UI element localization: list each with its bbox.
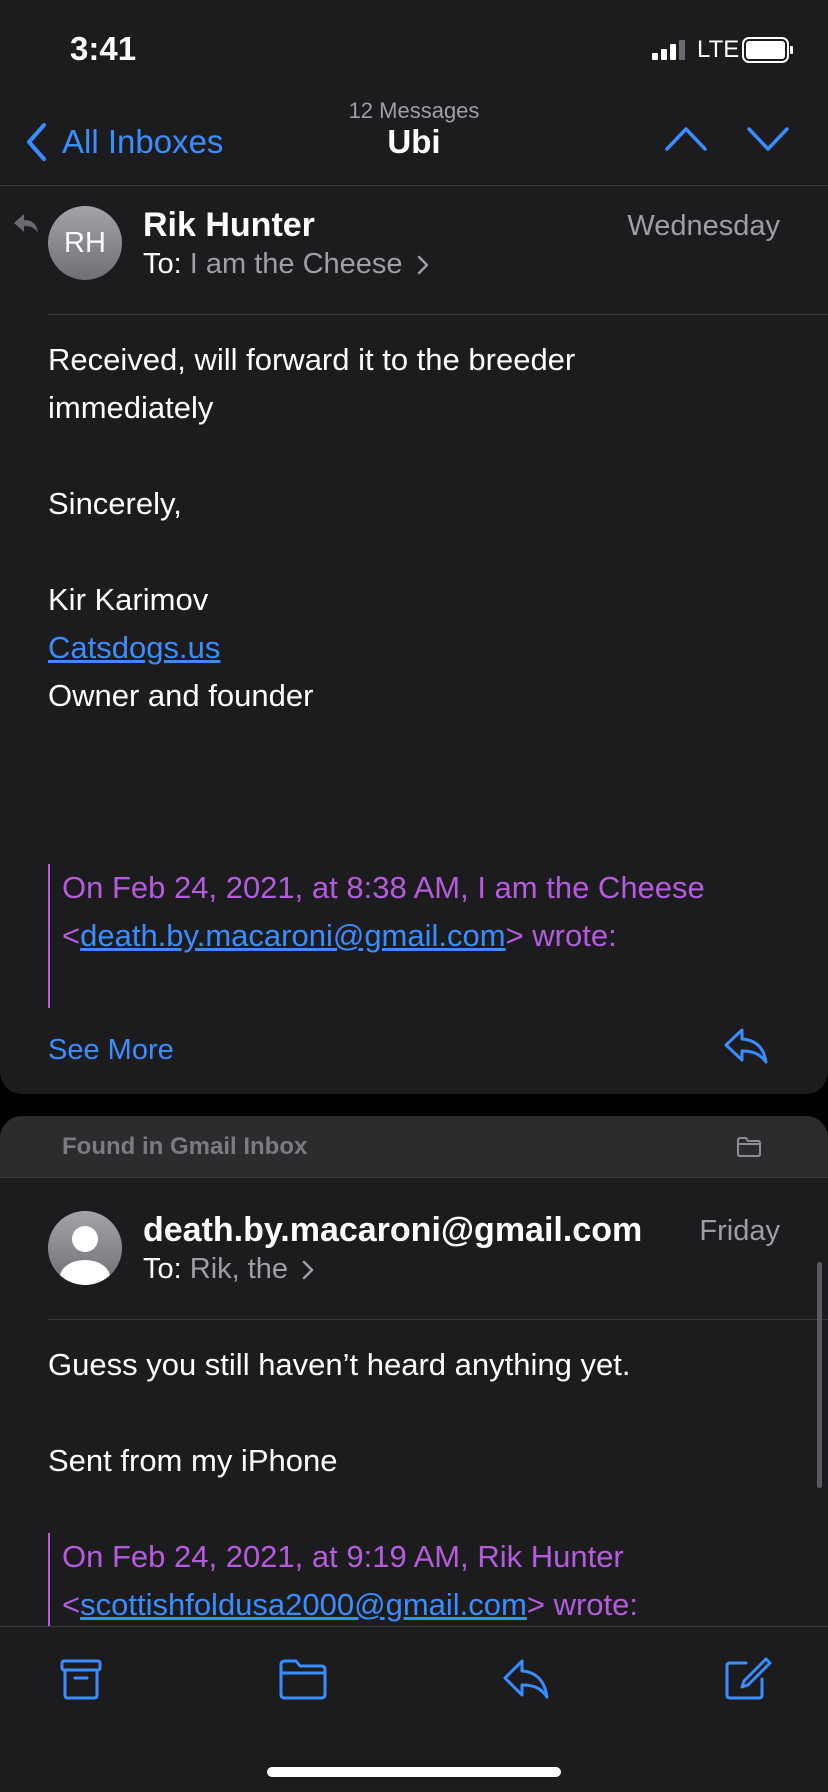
reply-icon[interactable] (501, 1657, 551, 1701)
chevron-left-icon (27, 123, 46, 161)
thread-title: Ubi (387, 123, 441, 160)
body-line: Received, will forward it to the breeder (48, 342, 576, 377)
battery-icon (742, 37, 793, 63)
chevron-right-icon (302, 1260, 314, 1280)
mailbox-location-label: Found in Gmail Inbox (62, 1133, 308, 1160)
network-label: LTE (697, 36, 740, 63)
person-icon (60, 1226, 110, 1285)
header-divider (48, 314, 828, 315)
quote-email-link[interactable]: death.by.macaroni@gmail.com (80, 918, 505, 953)
status-time: 3:41 (70, 30, 137, 67)
compose-icon[interactable] (722, 1657, 772, 1701)
signal-icon (652, 40, 685, 60)
see-more-button[interactable]: See More (48, 1034, 174, 1067)
body-signoff: Sincerely, (48, 486, 182, 521)
navigation-bar: All Inboxes 12 Messages Ubi (0, 96, 828, 186)
body-line: immediately (48, 390, 214, 425)
to-prefix: To: (143, 1253, 182, 1285)
back-button[interactable]: All Inboxes (24, 120, 223, 164)
quote-bracket-open: < (62, 1587, 81, 1622)
mailbox-location-bar: Found in Gmail Inbox (0, 1116, 828, 1178)
signature-name: Kir Karimov (48, 582, 209, 617)
message-date: Wednesday (627, 210, 780, 242)
back-button-label: All Inboxes (62, 123, 224, 160)
scrollbar[interactable] (817, 1262, 822, 1488)
quote-email-link[interactable]: scottishfoldusa2000@gmail.com (80, 1587, 527, 1622)
message-card: death.by.macaroni@gmail.com Friday To: R… (0, 1178, 828, 1626)
quoted-text: On Feb 24, 2021, at 8:38 AM, I am the Ch… (48, 864, 808, 1008)
message-body: Received, will forward it to the breeder… (48, 336, 788, 720)
body-line: Guess you still haven’t heard anything y… (48, 1347, 631, 1382)
quote-bracket-open: < (62, 918, 81, 953)
to-prefix: To: (143, 248, 182, 280)
folder-icon[interactable] (278, 1657, 328, 1701)
sender-name[interactable]: death.by.macaroni@gmail.com (143, 1211, 642, 1250)
avatar (48, 1211, 122, 1285)
message-count: 12 Messages (348, 98, 480, 123)
sender-name[interactable]: Rik Hunter (143, 206, 315, 245)
recipient-name: I am the Cheese (189, 248, 403, 280)
replied-indicator-icon (14, 214, 38, 233)
message-body: Guess you still haven’t heard anything y… (48, 1341, 788, 1485)
quoted-text: On Feb 24, 2021, at 9:19 AM, Rik Hunter … (48, 1533, 808, 1626)
quote-line: On Feb 24, 2021, at 8:38 AM, I am the Ch… (62, 870, 705, 905)
quote-suffix: > wrote: (526, 1587, 638, 1622)
header-divider (48, 1319, 828, 1320)
recipient-name: Rik, the (189, 1253, 289, 1285)
home-indicator[interactable] (267, 1767, 561, 1777)
bottom-toolbar (0, 1626, 828, 1792)
signature-title: Owner and founder (48, 678, 314, 713)
next-message-button[interactable] (746, 122, 790, 156)
recipient-line[interactable]: To: I am the Cheese (143, 248, 429, 281)
status-bar: 3:41 LTE (0, 0, 828, 96)
recipient-line[interactable]: To: Rik, the (143, 1253, 314, 1286)
chevron-right-icon (417, 255, 428, 275)
folder-icon[interactable] (736, 1136, 762, 1158)
body-line: Sent from my iPhone (48, 1443, 338, 1478)
reply-icon[interactable] (722, 1026, 770, 1066)
previous-message-button[interactable] (664, 122, 708, 156)
message-date: Friday (699, 1215, 780, 1247)
nav-title-group: 12 Messages Ubi (314, 98, 514, 160)
archive-icon[interactable] (56, 1657, 106, 1701)
quote-suffix: > wrote: (505, 918, 617, 953)
quote-line: On Feb 24, 2021, at 9:19 AM, Rik Hunter (62, 1539, 624, 1574)
signature-link[interactable]: Catsdogs.us (48, 630, 220, 665)
avatar: RH (48, 206, 122, 280)
message-card: RH Rik Hunter Wednesday To: I am the Che… (0, 186, 828, 1094)
